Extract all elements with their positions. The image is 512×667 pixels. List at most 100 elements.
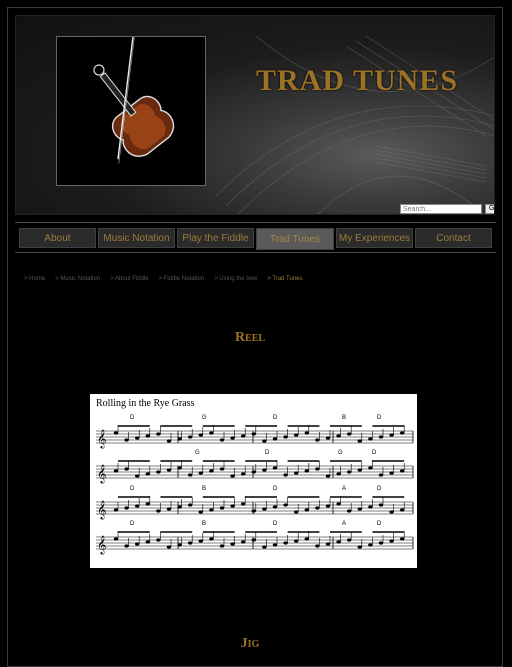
note-head <box>156 509 161 513</box>
note-head <box>166 507 172 511</box>
note-head <box>241 540 246 544</box>
note-head <box>113 508 119 512</box>
nav-item-about[interactable]: About <box>19 228 96 248</box>
note-head <box>177 505 182 509</box>
breadcrumb-using-the-bow[interactable]: > Using the bow <box>214 276 257 282</box>
chord-symbol: B <box>202 521 206 527</box>
note-head <box>145 434 150 438</box>
note-head <box>113 469 119 473</box>
note-head <box>378 473 384 477</box>
violin-icon <box>93 32 175 164</box>
breadcrumb-home[interactable]: > Home <box>24 276 45 282</box>
note-head <box>325 436 331 440</box>
note-head <box>347 470 352 474</box>
search-bar: Go <box>400 204 494 214</box>
chord-symbol: A <box>342 486 346 492</box>
note-head <box>272 466 278 470</box>
note-head <box>368 466 373 470</box>
chord-symbol: D <box>377 415 382 421</box>
note-head <box>230 436 235 440</box>
note-head <box>219 544 225 548</box>
note-head <box>145 472 150 476</box>
chord-symbol: A <box>342 521 346 527</box>
note-head <box>188 541 193 545</box>
search-go-button[interactable]: Go <box>485 204 494 214</box>
note-head <box>283 473 288 477</box>
site-title[interactable]: TRAD TUNES <box>256 64 458 98</box>
note-head <box>113 431 119 435</box>
breadcrumb: > Home > Music Notation > About Fiddle >… <box>24 276 303 282</box>
note-head <box>283 541 288 545</box>
note-head <box>241 434 246 438</box>
note-head <box>156 470 161 474</box>
chord-symbol: G <box>202 415 207 421</box>
note-head <box>272 543 278 547</box>
note-head <box>124 467 129 471</box>
breadcrumb-music-notation[interactable]: > Music Notation <box>55 276 100 282</box>
breadcrumb-fiddle-notation[interactable]: > Fiddle Notation <box>159 276 205 282</box>
note-head <box>156 432 161 436</box>
note-head <box>198 539 203 543</box>
note-head <box>145 540 150 544</box>
chord-symbol: B <box>202 486 206 492</box>
note-head <box>177 437 182 441</box>
chord-symbol: B <box>342 415 346 421</box>
note-head <box>389 539 394 543</box>
note-head <box>188 503 193 507</box>
chord-symbol: D <box>265 450 270 456</box>
note-head <box>304 537 309 541</box>
search-input[interactable] <box>400 204 482 214</box>
note-head <box>251 509 256 513</box>
nav-item-my-experiences[interactable]: My Experiences <box>336 228 413 248</box>
note-head <box>209 537 214 541</box>
note-head <box>357 507 362 511</box>
note-head <box>325 542 331 546</box>
note-head <box>315 506 320 510</box>
nav-divider-top <box>15 222 496 223</box>
note-head <box>304 469 309 473</box>
note-head <box>262 468 267 472</box>
note-head <box>272 505 278 509</box>
note-head <box>283 503 288 507</box>
chord-symbol: D <box>377 486 382 492</box>
note-head <box>251 432 256 436</box>
note-head <box>357 545 362 549</box>
note-head <box>209 469 214 473</box>
note-head <box>325 474 331 478</box>
note-head <box>219 467 225 471</box>
note-head <box>135 542 140 546</box>
nav-item-music-notation[interactable]: Music Notation <box>98 228 175 248</box>
note-head <box>124 506 129 510</box>
note-head <box>209 431 214 435</box>
note-head <box>389 510 394 514</box>
nav-item-contact[interactable]: Contact <box>415 228 492 248</box>
chord-symbol: D <box>130 415 135 421</box>
breadcrumb-about-fiddle[interactable]: > About Fiddle <box>110 276 149 282</box>
note-head <box>368 505 373 509</box>
nav-item-trad-tunes[interactable]: Trad Tunes <box>256 228 334 250</box>
note-head <box>124 544 129 548</box>
note-head <box>325 504 331 508</box>
note-head <box>389 433 394 437</box>
note-head <box>294 471 299 475</box>
note-head <box>198 433 203 437</box>
note-head <box>378 435 384 439</box>
note-head <box>251 538 256 542</box>
note-head <box>230 504 235 508</box>
note-head <box>368 437 373 441</box>
note-head <box>166 545 172 549</box>
note-head <box>188 473 193 477</box>
main-nav: About Music Notation Play the Fiddle Tra… <box>19 228 492 250</box>
nav-item-play-the-fiddle[interactable]: Play the Fiddle <box>177 228 254 248</box>
note-head <box>219 506 225 510</box>
sheet-music-image[interactable]: Rolling in the Rye Grass 𝄞 D G D B D 𝄞 G D G D 𝄞 D B D… <box>90 394 417 568</box>
note-head <box>315 467 320 471</box>
section-title-reel: Reel <box>234 330 266 345</box>
fiddle-logo[interactable] <box>56 32 206 186</box>
note-head <box>188 435 193 439</box>
note-head <box>241 502 246 506</box>
treble-clef-icon: 𝄞 <box>97 535 106 555</box>
note-head <box>135 504 140 508</box>
note-head <box>304 431 309 435</box>
chord-symbol: D <box>130 521 135 527</box>
